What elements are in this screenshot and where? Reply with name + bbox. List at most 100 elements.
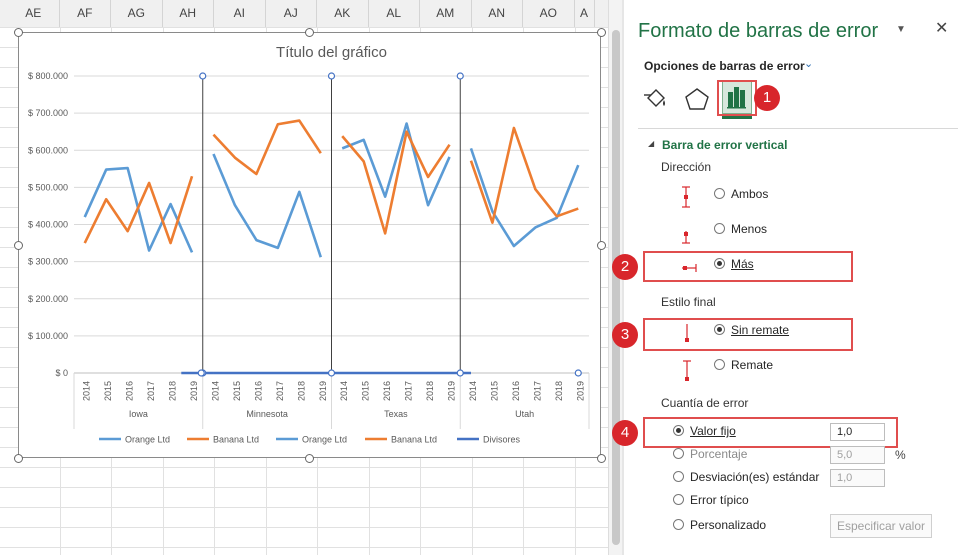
cap-icon — [683, 360, 691, 381]
percent-unit: % — [895, 448, 906, 462]
radio-button[interactable] — [673, 494, 684, 505]
radio-error-tipico[interactable]: Error típico — [673, 493, 749, 511]
chart-resize-handle[interactable] — [305, 27, 314, 37]
x-tick-label: 2018 — [168, 381, 178, 401]
radio-label: Personalizado — [690, 518, 767, 532]
radio-label: Porcentaje — [690, 447, 748, 461]
x-tick-label: 2014 — [210, 381, 220, 401]
radio-button[interactable] — [714, 359, 725, 370]
both-direction-icon — [682, 186, 690, 208]
legend-label: Banana Ltd — [391, 435, 437, 445]
column-header[interactable]: AG — [111, 0, 163, 27]
y-tick-label: $ 0 — [55, 368, 68, 378]
column-header[interactable]: AH — [163, 0, 214, 27]
radio-ambos[interactable]: Ambos — [714, 187, 768, 205]
x-tick-label: 2017 — [404, 381, 414, 401]
chart-title: Título del gráfico — [276, 44, 387, 61]
chart-resize-handle[interactable] — [13, 27, 23, 37]
grid-line-horizontal — [0, 527, 608, 528]
x-tick-label: 2018 — [425, 381, 435, 401]
series-line-banana-ltd — [83, 175, 194, 245]
divisores-point-handle — [197, 369, 205, 377]
series-line-orange-ltd — [469, 147, 580, 248]
radio-remate[interactable]: Remate — [714, 358, 773, 376]
callout-sin-remate — [643, 318, 853, 351]
effects-pentagon-icon[interactable] — [684, 87, 710, 111]
especificar-valor-button[interactable]: Especificar valor — [830, 514, 932, 538]
grid-line-horizontal — [0, 487, 608, 488]
pane-options-dropdown-icon[interactable]: ▼ — [896, 24, 906, 35]
x-tick-label: 2016 — [382, 381, 392, 401]
grid-line-horizontal — [0, 547, 608, 548]
radio-button[interactable] — [714, 223, 725, 234]
column-header[interactable]: AK — [317, 0, 369, 27]
y-tick-label: $ 500.000 — [28, 182, 68, 192]
scrollbar-thumb[interactable] — [612, 30, 620, 545]
direccion-label: Dirección — [661, 160, 712, 174]
group-label: Texas — [384, 409, 408, 419]
radio-label: Desviación(es) estándar — [690, 470, 820, 484]
format-error-bars-pane: Formato de barras de error ▼ ✕ Opciones … — [612, 0, 964, 555]
chart-object[interactable]: Título del gráfico $ 0 $ 100.000 $ 200.000 $… — [18, 32, 601, 458]
x-tick-label: 2016 — [511, 381, 521, 401]
group-label: Minnesota — [246, 409, 288, 419]
x-tick-label: 2017 — [275, 381, 285, 401]
chart-resize-handle[interactable] — [596, 453, 606, 463]
series-line-orange-ltd — [212, 153, 323, 258]
chart-resize-handle[interactable] — [13, 240, 23, 250]
divider-top-handle — [199, 72, 207, 80]
radio-button[interactable] — [714, 188, 725, 199]
radio-personalizado[interactable]: Personalizado — [673, 518, 766, 536]
grid-line-horizontal — [0, 27, 608, 28]
y-tick-label: $ 100.000 — [28, 331, 68, 341]
column-header[interactable]: AM — [420, 0, 472, 27]
chevron-down-icon[interactable]: ⌄ — [804, 57, 813, 70]
column-header[interactable]: AL — [369, 0, 420, 27]
column-header[interactable]: AN — [472, 0, 523, 27]
radio-button[interactable] — [673, 519, 684, 530]
column-header[interactable]: AF — [60, 0, 111, 27]
column-header[interactable]: AJ — [266, 0, 317, 27]
radio-label: Error típico — [690, 493, 749, 507]
fill-line-icon[interactable] — [642, 86, 670, 112]
legend-label: Orange Ltd — [125, 435, 170, 445]
chart-resize-handle[interactable] — [13, 453, 23, 463]
x-tick-label: 2014 — [82, 381, 92, 401]
pane-title: Formato de barras de error — [638, 20, 879, 42]
section-divider — [638, 128, 958, 129]
x-tick-label: 2018 — [554, 381, 564, 401]
options-label[interactable]: Opciones de barras de error — [644, 59, 805, 73]
group-label: Utah — [515, 409, 534, 419]
step-badge-4: 4 — [612, 420, 638, 446]
active-tab-indicator — [722, 116, 752, 119]
spreadsheet-area[interactable]: AE AF AG AH AI AJ AK AL AM AN AO A Título del gráfi… — [0, 0, 608, 555]
column-header[interactable]: AI — [214, 0, 266, 27]
radio-menos[interactable]: Menos — [714, 222, 767, 240]
legend-label: Banana Ltd — [213, 435, 259, 445]
collapse-triangle-icon[interactable]: ◢ — [648, 139, 654, 148]
x-tick-label: 2016 — [125, 381, 135, 401]
radio-button[interactable] — [673, 471, 684, 482]
series-line-orange-ltd — [341, 122, 451, 207]
radio-desviacion[interactable]: Desviación(es) estándar — [673, 470, 819, 488]
x-tick-label: 2019 — [189, 381, 199, 401]
desviacion-input[interactable]: 1,0 — [830, 469, 885, 487]
cuantia-label: Cuantía de error — [661, 396, 749, 410]
callout-valor-fijo — [643, 417, 898, 448]
radio-porcentaje[interactable]: Porcentaje — [673, 447, 747, 465]
porcentaje-input[interactable]: 5,0 — [830, 446, 885, 464]
column-header[interactable]: A — [575, 0, 595, 27]
close-icon[interactable]: ✕ — [935, 18, 948, 38]
chart-resize-handle[interactable] — [305, 453, 314, 463]
radio-label: Ambos — [731, 187, 769, 201]
chart-resize-handle[interactable] — [596, 27, 606, 37]
x-tick-label: 2017 — [146, 381, 156, 401]
group-label: Iowa — [129, 409, 148, 419]
section-title[interactable]: Barra de error vertical — [662, 138, 787, 152]
chart-resize-handle[interactable] — [596, 240, 606, 250]
chart-canvas: Título del gráfico $ 0 $ 100.000 $ 200.000 $… — [28, 44, 590, 445]
column-header[interactable]: AO — [523, 0, 575, 27]
column-header[interactable]: AE — [8, 0, 60, 27]
radio-button[interactable] — [673, 448, 684, 459]
x-tick-label: 2019 — [318, 381, 328, 401]
